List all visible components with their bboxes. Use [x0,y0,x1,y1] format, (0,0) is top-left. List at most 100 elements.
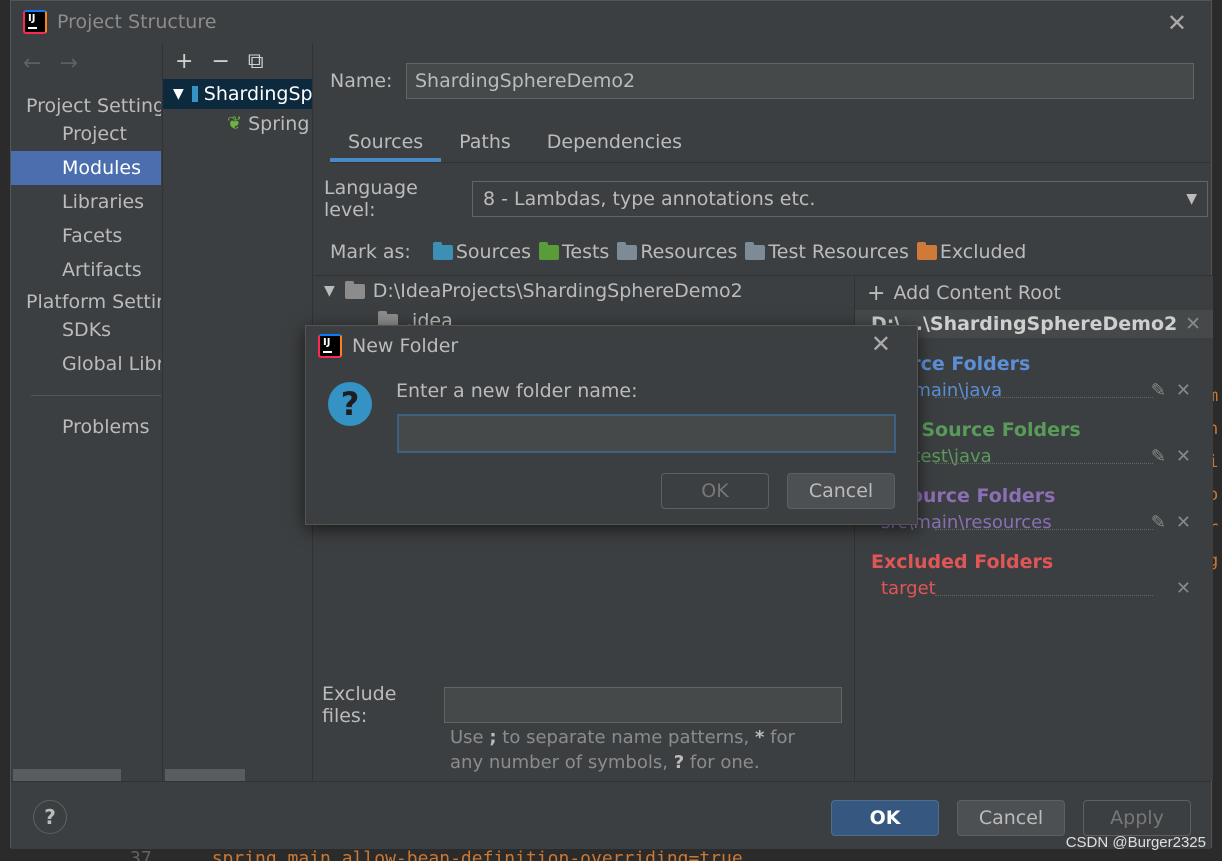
new-folder-cancel-button[interactable]: Cancel [787,473,895,509]
title-bar: IJ Project Structure ✕ [11,1,1211,43]
mark-as-row: Mark as: Sources Tests Resources Test Re… [330,241,1026,263]
mark-test-resources-label: Test Resources [768,241,909,263]
mark-tests-button[interactable]: Tests [539,241,609,263]
language-level-label: Language level: [324,177,418,221]
module-icon [191,86,198,102]
language-level-row: Language level: 8 - Lambdas, type annota… [324,177,1208,221]
forward-arrow-icon[interactable]: → [59,51,77,76]
dropdown-arrow-icon: ▼ [1186,191,1197,207]
hint-part: to separate name patterns, [496,727,755,748]
nav-section-platform-settings: Platform Settings [26,291,161,313]
module-tabs: Sources Paths Dependencies [330,125,1210,163]
nav-item-facets[interactable]: Facets [11,219,161,253]
tree-row-module[interactable]: ▼ ShardingSphereDemo2 [163,79,312,109]
new-folder-ok-button[interactable]: OK [661,473,769,509]
hint-semicolon: ; [489,727,497,748]
mark-test-resources-button[interactable]: Test Resources [745,241,909,263]
edit-remove-actions[interactable]: ✎✕ [1151,378,1201,404]
root-path-label: D:\IdeaProjects\ShardingSphereDemo2 [372,280,743,302]
nav-item-modules[interactable]: Modules [11,151,161,185]
exclude-files-row: Exclude files: [322,683,842,727]
language-level-select[interactable]: 8 - Lambdas, type annotations etc. ▼ [472,181,1208,217]
test-resources-folder-icon [745,241,766,260]
intellij-icon: IJ [318,334,342,358]
editor-code-line: 37 spring.main.allow-bean-definition-over… [130,848,743,861]
name-label: Name: [330,70,393,92]
excluded-folder-path: target [881,578,936,599]
name-row: Name: [330,63,1194,99]
folder-icon [344,280,365,299]
watermark: CSDN @Burger2325 [1065,834,1206,851]
back-arrow-icon[interactable]: ← [23,51,41,76]
module-tree-panel: + − ⧉ ▼ ShardingSphereDemo2 ❦ Spring [162,43,313,781]
spring-leaf-icon: ❦ [227,113,243,134]
copy-icon[interactable]: ⧉ [248,49,264,74]
chevron-down-icon[interactable]: ▼ [324,283,335,299]
nav-divider [31,395,161,396]
apply-button[interactable]: Apply [1083,800,1191,836]
mark-resources-button[interactable]: Resources [617,241,737,263]
tests-folder-icon [539,241,559,260]
hint-star: * [755,727,765,748]
tab-dependencies[interactable]: Dependencies [529,125,700,162]
line-number: 37 [130,848,152,861]
hint-question: ? [673,752,685,773]
dotted-leader [935,397,1153,398]
tab-sources[interactable]: Sources [330,125,442,162]
mark-sources-label: Sources [455,241,531,263]
nav-item-artifacts[interactable]: Artifacts [11,253,161,287]
ok-button[interactable]: OK [831,800,939,836]
remove-action[interactable]: ✕ [1176,576,1201,602]
close-icon[interactable]: ✕ [1167,9,1187,37]
tree-row-root[interactable]: ▼ D:\IdeaProjects\ShardingSphereDemo2 [314,276,854,306]
mark-sources-button[interactable]: Sources [432,241,531,263]
mark-resources-label: Resources [640,241,738,263]
resources-folder-icon [617,241,638,260]
left-nav: ← → Project Settings Project Modules Lib… [11,43,161,781]
window-title: Project Structure [57,11,217,33]
close-icon[interactable]: ✕ [871,330,891,358]
help-button[interactable]: ? [33,800,67,834]
folder-name-input[interactable] [397,414,896,453]
nav-item-sdks[interactable]: SDKs [11,313,161,347]
dotted-leader [935,529,1153,530]
dotted-leader [935,463,1153,464]
sources-folder-icon [432,241,453,260]
add-content-root-button[interactable]: + Add Content Root [855,276,1213,310]
tree-row-spring[interactable]: ❦ Spring [163,109,312,139]
tree-scrollbar[interactable] [165,769,245,781]
code-text: spring.main.allow-bean-definition-overri… [211,848,743,861]
nav-scrollbar[interactable] [13,769,121,781]
nav-item-libraries[interactable]: Libraries [11,185,161,219]
nav-item-global-libraries[interactable]: Global Libraries [11,347,161,381]
new-folder-prompt: Enter a new folder name: [396,380,638,402]
question-icon: ? [328,382,372,426]
new-folder-dialog: IJ New Folder ✕ ? Enter a new folder nam… [305,325,918,525]
nav-arrows: ← → [11,43,161,83]
add-icon[interactable]: + [175,49,193,74]
mark-excluded-label: Excluded [939,241,1027,263]
tab-paths[interactable]: Paths [441,125,529,162]
remove-icon[interactable]: − [211,49,229,74]
hint-part: for one. [684,752,760,773]
exclude-files-hint: Use ; to separate name patterns, * for a… [450,725,830,775]
nav-item-project[interactable]: Project [11,117,161,151]
cancel-button[interactable]: Cancel [957,800,1065,836]
excluded-folder-item: target ✕ [855,576,1213,602]
nav-section-project-settings: Project Settings [26,95,161,117]
exclude-files-input[interactable] [444,687,842,723]
new-folder-title: New Folder [352,335,459,357]
spring-label: Spring [248,113,310,135]
mark-excluded-button[interactable]: Excluded [916,241,1027,263]
new-folder-title-bar: IJ New Folder [306,326,917,366]
dialog-button-bar: ? OK Cancel Apply [11,781,1211,849]
mark-as-label: Mark as: [330,241,411,263]
chevron-down-icon[interactable]: ▼ [173,79,184,109]
mark-tests-label: Tests [562,241,610,263]
tree-toolbar: + − ⧉ [163,43,312,79]
remove-root-icon[interactable]: ✕ [1185,313,1201,335]
edit-remove-actions[interactable]: ✎✕ [1151,510,1201,536]
edit-remove-actions[interactable]: ✎✕ [1151,444,1201,470]
nav-item-problems[interactable]: Problems [11,410,161,444]
module-name-input[interactable] [406,63,1194,99]
